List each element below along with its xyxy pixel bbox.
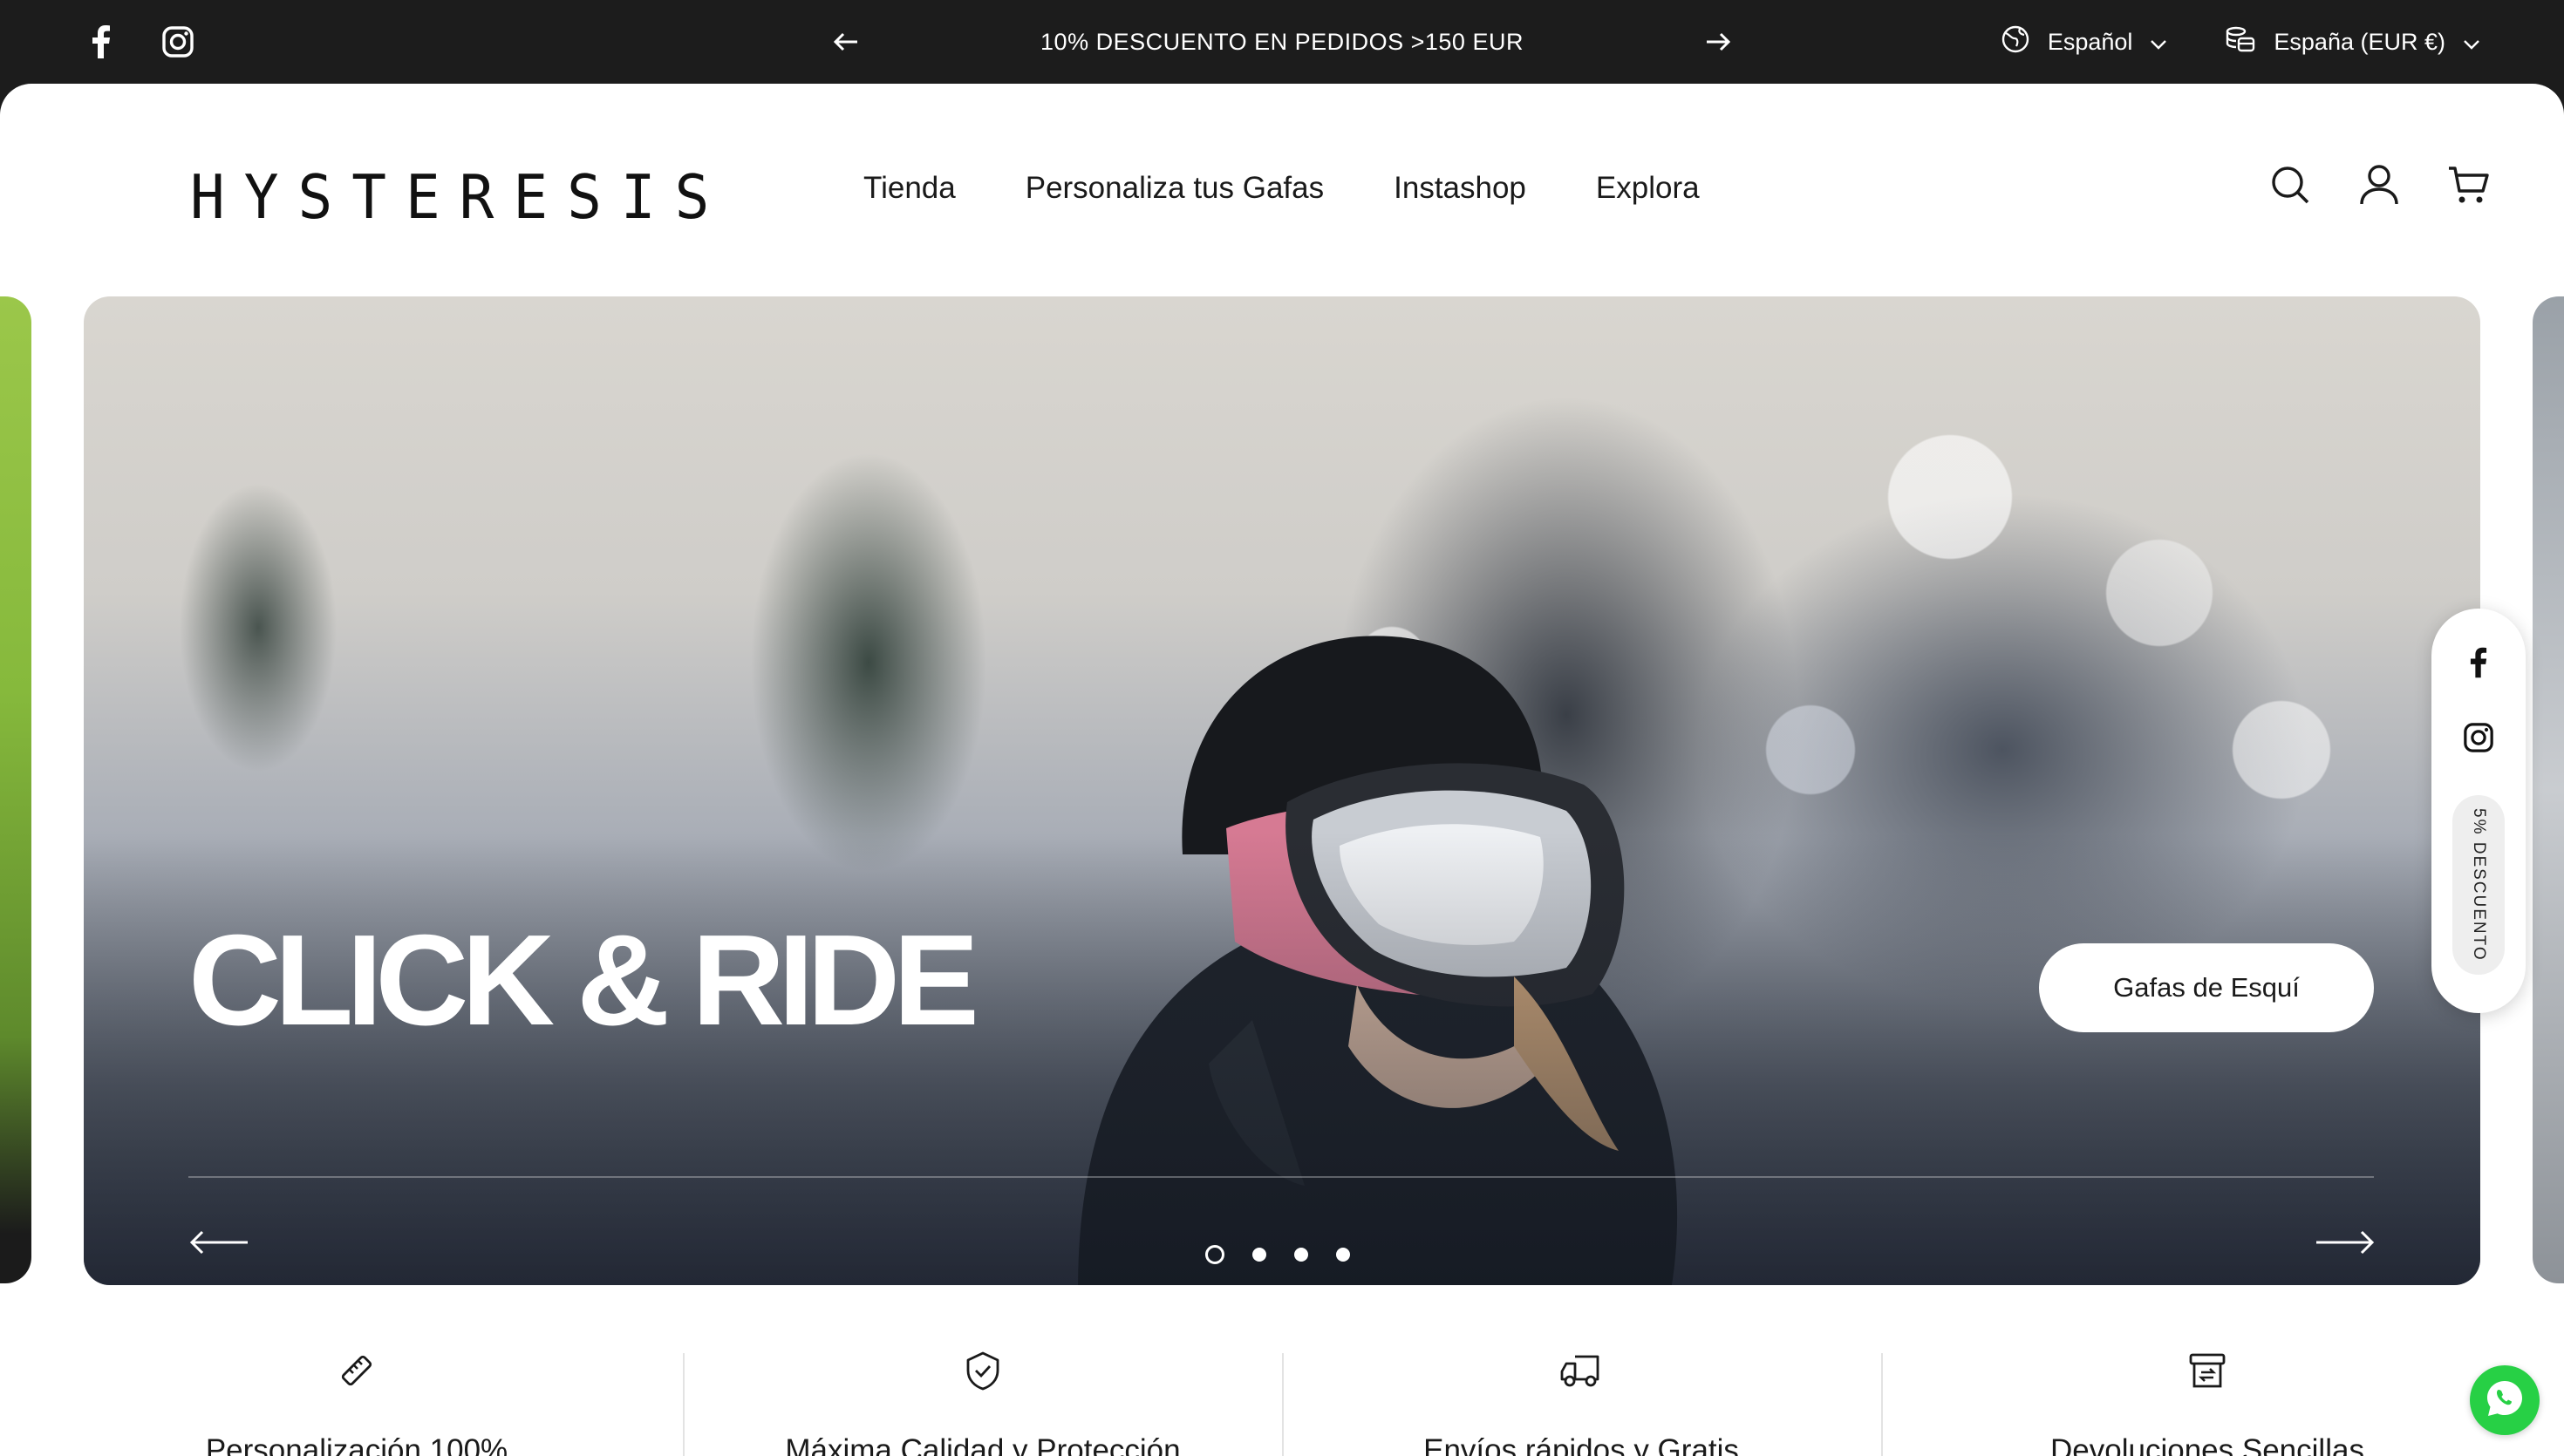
- whatsapp-chat-button[interactable]: [2470, 1365, 2540, 1435]
- instagram-icon[interactable]: [2461, 720, 2496, 755]
- facebook-icon[interactable]: [2461, 645, 2496, 680]
- announcement-carousel: 10% DESCUENTO EN PEDIDOS >150 EUR: [829, 0, 1735, 84]
- hero-divider: [188, 1176, 2374, 1178]
- hero-gradient-overlay: [84, 832, 2480, 1285]
- whatsapp-icon: [2483, 1377, 2526, 1425]
- chevron-down-icon: [2463, 29, 2480, 56]
- language-label: Español: [2047, 28, 2133, 55]
- topbar-social: [84, 24, 195, 59]
- slide-next-arrow-icon[interactable]: [2315, 1229, 2376, 1255]
- main-nav: Tienda Personaliza tus Gafas Instashop E…: [863, 171, 1700, 206]
- previous-slide-peek[interactable]: [0, 296, 31, 1283]
- slide-dot[interactable]: [1294, 1248, 1308, 1262]
- instagram-icon[interactable]: [160, 24, 195, 59]
- feature-label: Personalización 100%: [205, 1433, 508, 1456]
- country-label: España (EUR €): [2274, 28, 2445, 55]
- country-selector[interactable]: España (EUR €): [2225, 24, 2480, 60]
- search-icon[interactable]: [2267, 162, 2313, 208]
- facebook-icon[interactable]: [84, 24, 119, 59]
- cart-icon[interactable]: [2445, 162, 2491, 208]
- slide-dot[interactable]: [1252, 1248, 1266, 1262]
- account-icon[interactable]: [2356, 162, 2402, 208]
- nav-item-personaliza[interactable]: Personaliza tus Gafas: [1026, 171, 1324, 206]
- slide-dot[interactable]: [1336, 1248, 1350, 1262]
- feature-divider: [1881, 1353, 1883, 1456]
- main-sheet: HYSTERESIS Tienda Personaliza tus Gafas …: [0, 84, 2564, 1456]
- coins-icon: [2225, 24, 2256, 60]
- feature-divider: [683, 1353, 685, 1456]
- feature-label: Máxima Calidad y Protección: [785, 1433, 1181, 1456]
- globe-icon: [2001, 24, 2030, 60]
- header-actions: [2267, 162, 2491, 208]
- slide-indicators: [1205, 1245, 1350, 1264]
- discount-tab[interactable]: 5% DESCUENTO: [2452, 795, 2505, 975]
- announcement-text: 10% DESCUENTO EN PEDIDOS >150 EUR: [1040, 28, 1524, 55]
- return-box-icon: [2185, 1348, 2230, 1393]
- locale-selectors: Español España (EUR €): [2001, 0, 2480, 84]
- language-selector[interactable]: Español: [2001, 24, 2168, 60]
- feature-personalization: Personalización 100%: [58, 1268, 656, 1456]
- site-header: HYSTERESIS Tienda Personaliza tus Gafas …: [0, 84, 2564, 296]
- shield-check-icon: [960, 1348, 1006, 1393]
- feature-quality: Máxima Calidad y Protección: [684, 1268, 1282, 1456]
- next-slide-peek[interactable]: [2533, 296, 2564, 1283]
- nav-item-tienda[interactable]: Tienda: [863, 171, 956, 206]
- feature-label: Envíos rápidos y Gratis: [1423, 1433, 1739, 1456]
- floating-social-widget: 5% DESCUENTO: [2431, 609, 2526, 1013]
- announcement-bar: 10% DESCUENTO EN PEDIDOS >150 EUR Españo…: [0, 0, 2564, 84]
- announcement-next-arrow-icon[interactable]: [1701, 24, 1735, 59]
- hero-cta-button[interactable]: Gafas de Esquí: [2039, 943, 2374, 1032]
- delivery-truck-icon: [1558, 1348, 1604, 1393]
- announcement-prev-arrow-icon[interactable]: [829, 24, 863, 59]
- nav-item-explora[interactable]: Explora: [1596, 171, 1700, 206]
- slide-dot[interactable]: [1205, 1245, 1224, 1264]
- feature-label: Devoluciones Sencillas: [2050, 1433, 2364, 1456]
- brand-logo[interactable]: HYSTERESIS: [190, 162, 728, 233]
- feature-returns: Devoluciones Sencillas: [1908, 1268, 2506, 1456]
- chevron-down-icon: [2150, 29, 2167, 56]
- feature-shipping: Envíos rápidos y Gratis: [1282, 1268, 1880, 1456]
- slide-prev-arrow-icon[interactable]: [188, 1229, 249, 1255]
- hero-slideshow: CLICK & RIDE Gafas de Esquí: [84, 296, 2480, 1285]
- discount-tab-label: 5% DESCUENTO: [2470, 808, 2488, 962]
- nav-item-instashop[interactable]: Instashop: [1394, 171, 1526, 206]
- ruler-icon: [334, 1348, 379, 1393]
- hero-title: CLICK & RIDE: [188, 908, 979, 1052]
- feature-divider: [1282, 1353, 1284, 1456]
